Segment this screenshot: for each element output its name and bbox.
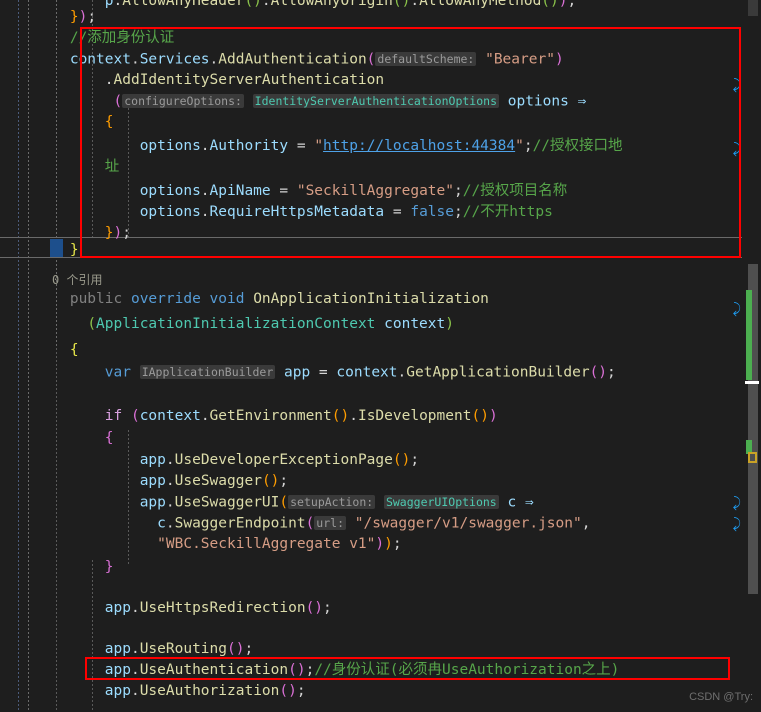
string-api-name: SeckillAggregate (305, 183, 446, 199)
comment-api-name: //授权项目名称 (462, 183, 568, 199)
editor-scrollbar[interactable] (742, 0, 761, 712)
code-line-11[interactable]: options.RequireHttpsMetadata = false;//不… (0, 202, 761, 223)
inlay-hint-type-swagger-ui-options: SwaggerUIOptions (383, 495, 499, 509)
code-line-7[interactable]: { (0, 112, 761, 133)
inlay-hint-url: url: (314, 516, 346, 530)
code-line-22[interactable]: app.UseSwagger(); (0, 471, 761, 492)
wrap-indicator-icon-5: ⤸ (732, 516, 741, 532)
inlay-hint-type-ids-options: IdentityServerAuthenticationOptions (252, 94, 499, 108)
wrap-indicator-icon-1: ⤸ (732, 77, 741, 93)
string-swagger-title: WBC.SeckillAggregate v1 (165, 536, 367, 552)
string-bearer: Bearer (493, 51, 547, 68)
code-line-5[interactable]: .AddIdentityServerAuthentication (0, 70, 761, 91)
code-line-9-wrap[interactable]: 址 (0, 157, 761, 178)
inlay-hint-type-app-builder: IApplicationBuilder (139, 365, 276, 379)
code-line-15[interactable]: (ApplicationInitializationContext contex… (0, 314, 761, 335)
code-line-28[interactable]: app.UseHttpsRedirection(); (0, 598, 761, 619)
code-line-26[interactable]: } (0, 557, 761, 578)
comment-use-auth: //身份认证(必须冉UseAuthorization之上) (314, 662, 620, 678)
comment-https: //不开https (462, 204, 553, 220)
code-line-13[interactable]: } (0, 240, 761, 261)
code-line-14[interactable]: public override void OnApplicationInitia… (0, 289, 761, 310)
code-line-20[interactable]: { (0, 428, 761, 449)
code-line-2[interactable]: }); (0, 7, 761, 28)
code-line-25[interactable]: "WBC.SeckillAggregate v1")); (0, 534, 761, 555)
code-line-16[interactable]: { (0, 340, 761, 361)
code-line-31[interactable]: app.UseAuthentication();//身份认证(必须冉UseAut… (0, 660, 761, 681)
comment-add-auth: //添加身份认证 (69, 30, 175, 46)
bookmark-marker-icon[interactable] (748, 452, 757, 463)
codelens-references[interactable]: 0 个引用 (0, 272, 761, 289)
scrollbar-top-cap[interactable] (748, 0, 758, 16)
code-line-19[interactable]: if (context.GetEnvironment().IsDevelopme… (0, 406, 761, 427)
code-line-17[interactable]: var IApplicationBuilder app = context.Ge… (0, 362, 761, 383)
code-line-30[interactable]: app.UseRouting(); (0, 639, 761, 660)
code-line-8[interactable]: options.Authority = "http://localhost:44… (0, 136, 761, 157)
change-bar-green (746, 290, 752, 380)
overview-mark-white (745, 381, 759, 384)
csdn-watermark: CSDN @Try: (689, 691, 753, 703)
code-line-32[interactable]: app.UseAuthorization(); (0, 681, 761, 702)
inlay-hint-default-scheme: defaultScheme: (375, 52, 477, 66)
code-line-24[interactable]: c.SwaggerEndpoint(url: "/swagger/v1/swag… (0, 513, 761, 534)
code-line-10[interactable]: options.ApiName = "SeckillAggregate";//授… (0, 181, 761, 202)
url-authority[interactable]: http://localhost:44384 (323, 138, 515, 154)
inlay-hint-setup-action: setupAction: (288, 495, 376, 509)
wrap-indicator-icon-4: ⤸ (732, 495, 741, 511)
code-editor[interactable]: p.AllowAnyHeader().AllowAnyOrigin().Allo… (0, 0, 761, 712)
wrap-indicator-icon-2: ⤸ (732, 141, 741, 157)
inlay-hint-configure-options: configureOptions: (122, 94, 244, 108)
code-line-23[interactable]: app.UseSwaggerUI(setupAction: SwaggerUIO… (0, 492, 761, 513)
code-content[interactable]: p.AllowAnyHeader().AllowAnyOrigin().Allo… (0, 0, 761, 712)
code-line-4[interactable]: context.Services.AddAuthentication(defau… (0, 49, 761, 70)
code-line-21[interactable]: app.UseDeveloperExceptionPage(); (0, 450, 761, 471)
code-line-6[interactable]: (configureOptions: IdentityServerAuthent… (0, 91, 761, 112)
string-swagger-endpoint: /swagger/v1/swagger.json (363, 515, 573, 532)
code-line-3[interactable]: //添加身份认证 (0, 28, 761, 49)
wrap-indicator-icon-3: ⤸ (732, 301, 741, 317)
